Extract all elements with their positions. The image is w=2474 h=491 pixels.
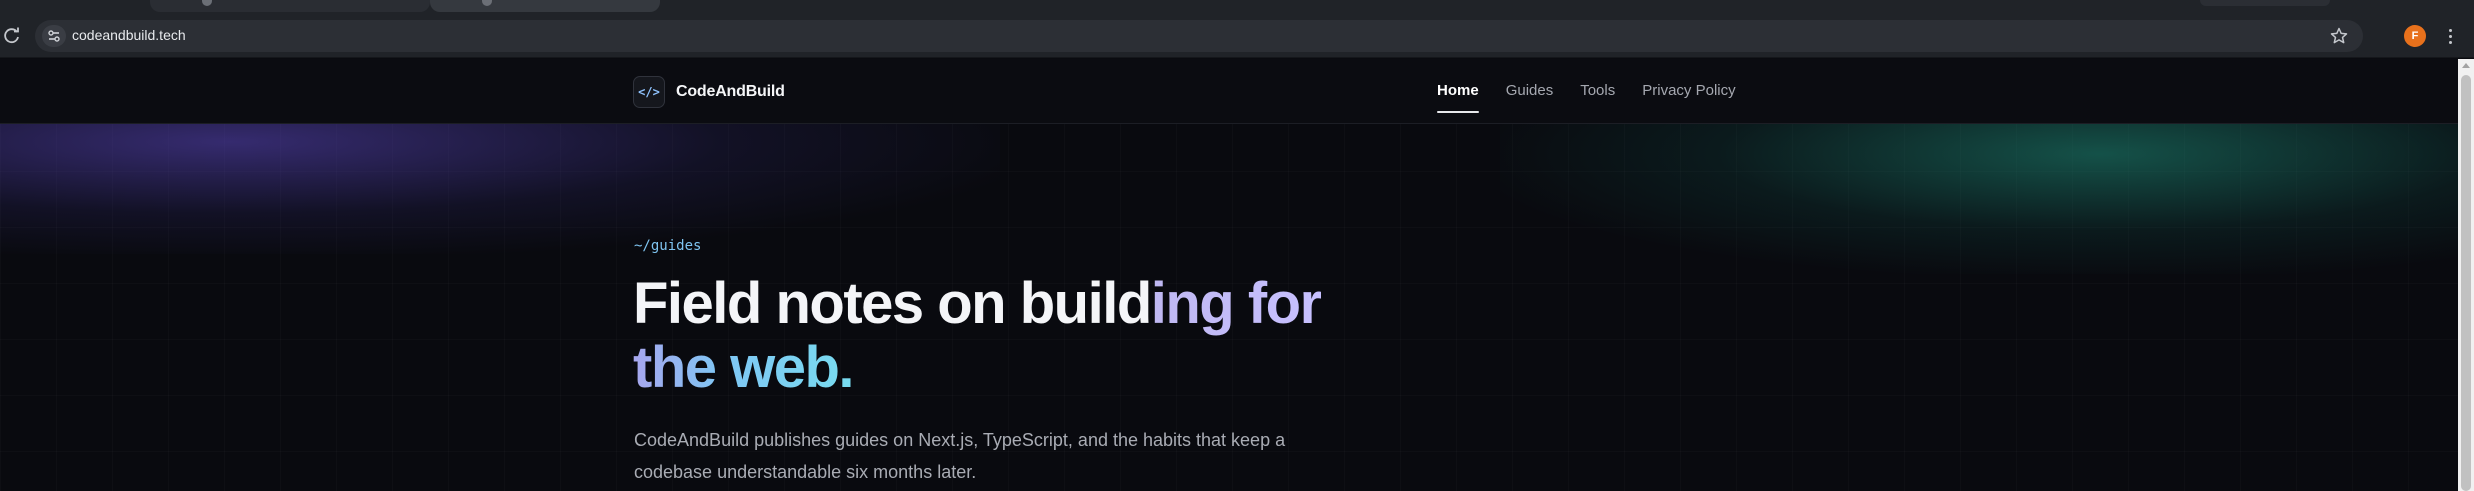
nav-label: Home — [1437, 82, 1479, 99]
nav-item-privacy-policy[interactable]: Privacy Policy — [1642, 82, 1735, 99]
page-title: Field notes on building for the web. — [633, 272, 1533, 400]
page-viewport: </> CodeAndBuild Home Guides Tools Priva… — [0, 59, 2458, 491]
nav-item-tools[interactable]: Tools — [1580, 82, 1615, 99]
browser-tab[interactable] — [150, 0, 430, 12]
profile-avatar[interactable]: F — [2404, 25, 2426, 47]
star-icon[interactable] — [2329, 26, 2349, 46]
hero-intro: CodeAndBuild publishes guides on Next.js… — [634, 430, 1286, 482]
reload-icon[interactable] — [2, 26, 22, 46]
headline-line2: the web. — [633, 335, 855, 400]
hero-glow-purple — [0, 114, 1000, 254]
headline-part2: ing for — [1150, 271, 1322, 336]
browser-toolbar: codeandbuild.tech F — [0, 14, 2474, 58]
hero-kicker: ~/guides — [634, 238, 702, 254]
url-text[interactable]: codeandbuild.tech — [72, 27, 186, 43]
nav-item-home[interactable]: Home — [1437, 82, 1479, 113]
scroll-thumb[interactable] — [2461, 75, 2471, 491]
headline-part1: Field notes on build — [633, 271, 1152, 336]
hero-glow-teal — [1500, 114, 2458, 274]
tab-favicon-icon — [482, 0, 492, 6]
page-scrollbar[interactable] — [2458, 59, 2474, 491]
address-bar[interactable]: codeandbuild.tech — [35, 20, 2363, 52]
browser-tab-active[interactable] — [430, 0, 660, 12]
brand-link[interactable]: </> CodeAndBuild — [633, 76, 785, 108]
main-nav: Home Guides Tools Privacy Policy — [1437, 82, 1763, 113]
nav-active-indicator — [1437, 111, 1479, 113]
scroll-up-icon[interactable] — [2462, 63, 2470, 68]
site-info-icon[interactable] — [42, 25, 66, 47]
tab-favicon-icon — [202, 0, 212, 6]
code-icon: </> — [633, 76, 665, 108]
brand-name: CodeAndBuild — [676, 83, 785, 100]
nav-item-guides[interactable]: Guides — [1506, 82, 1554, 99]
browser-tab[interactable] — [2200, 0, 2330, 6]
browser-tabstrip — [0, 0, 2474, 14]
kebab-menu-icon[interactable] — [2442, 26, 2458, 46]
site-header: </> CodeAndBuild Home Guides Tools Priva… — [0, 59, 2458, 124]
